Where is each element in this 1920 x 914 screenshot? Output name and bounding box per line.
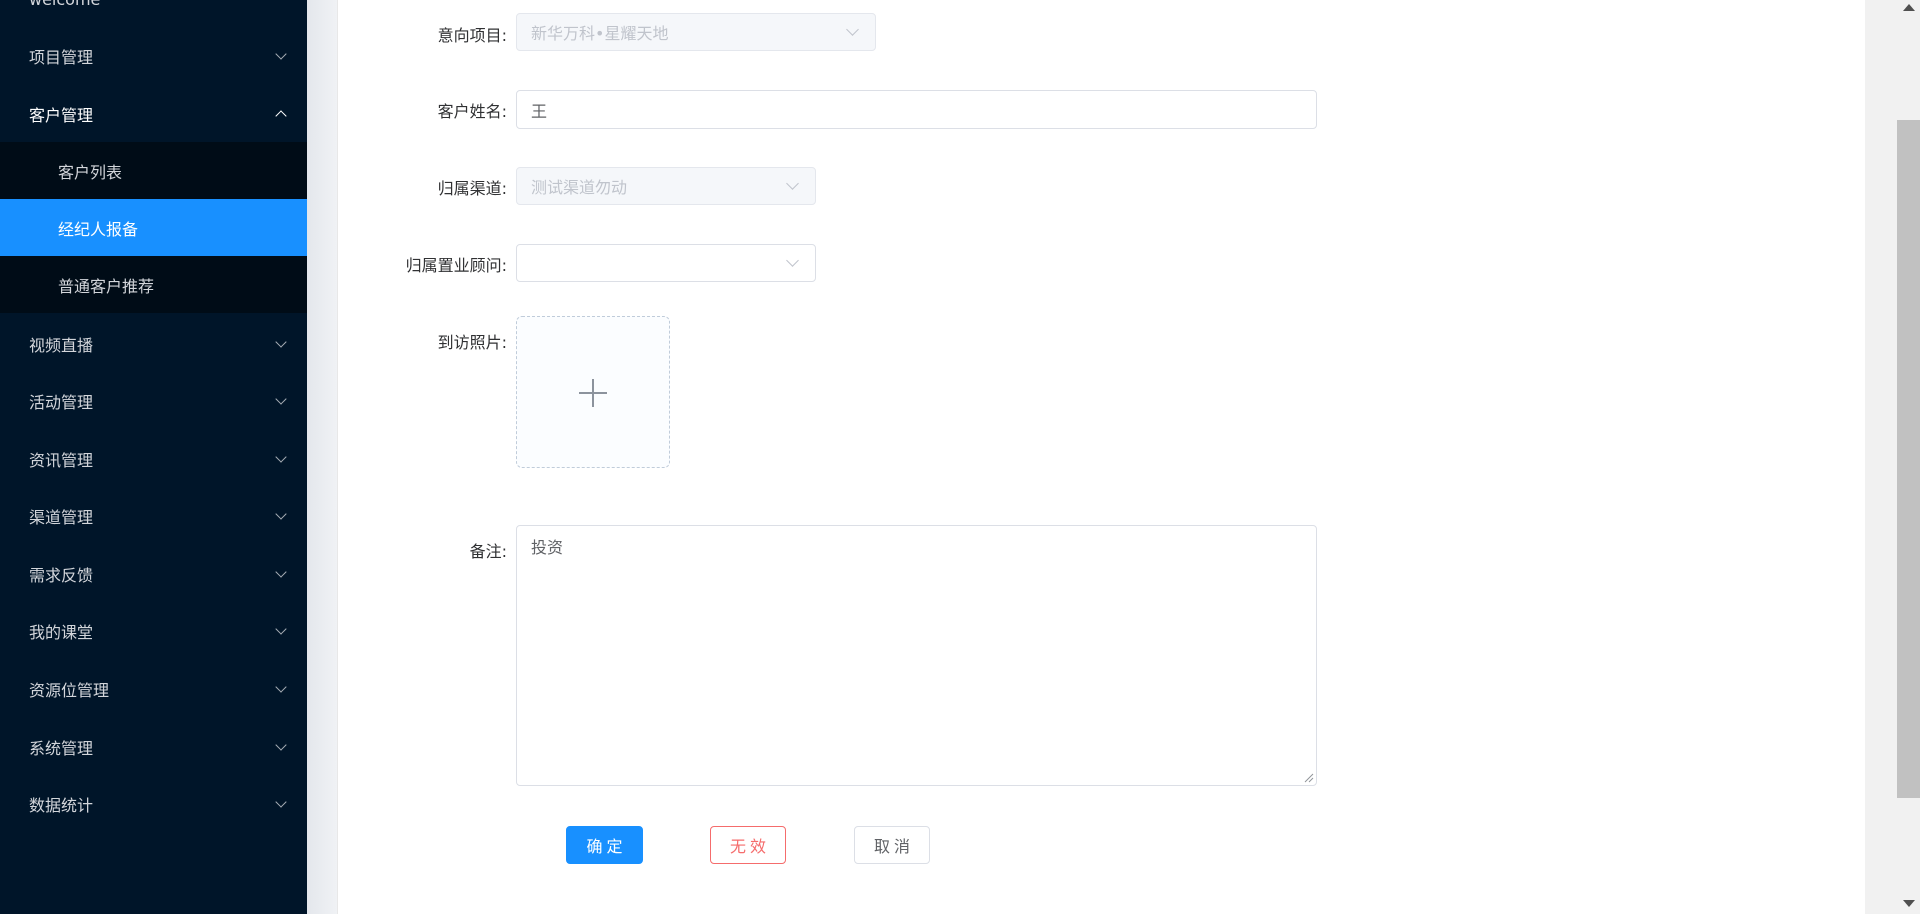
- scroll-down-arrow-icon[interactable]: [1903, 900, 1915, 907]
- consultant-label: 归属置业顾问:: [405, 256, 507, 275]
- consultant-select[interactable]: [516, 244, 816, 282]
- chevron-down-icon: [275, 47, 287, 60]
- chevron-down-icon: [275, 680, 287, 693]
- resize-grip-icon[interactable]: [1302, 771, 1314, 783]
- menu-item-activity-management[interactable]: 活动管理: [0, 372, 307, 429]
- chevron-down-icon: [275, 335, 287, 348]
- remark-value: 投资: [531, 538, 564, 557]
- chevron-down-icon: [275, 450, 287, 463]
- submenu-item-label: 客户列表: [58, 162, 123, 182]
- project-select-value: 新华万科•星耀天地: [531, 24, 669, 43]
- visit-photo-label: 到访照片:: [437, 333, 507, 352]
- menu-item-welcome-partial[interactable]: welcome: [29, 0, 100, 8]
- menu-item-label: 客户管理: [29, 105, 94, 125]
- scroll-up-arrow-icon[interactable]: [1903, 4, 1915, 11]
- chevron-down-icon: [275, 738, 287, 751]
- menu-item-live-video[interactable]: 视频直播: [0, 315, 307, 372]
- submenu-item-customer-referral[interactable]: 普通客户推荐: [0, 256, 307, 313]
- submenu-item-label: 普通客户推荐: [58, 276, 155, 296]
- project-select[interactable]: 新华万科•星耀天地: [516, 13, 876, 51]
- channel-label: 归属渠道:: [437, 179, 507, 198]
- menu-item-my-classroom[interactable]: 我的课堂: [0, 602, 307, 659]
- submenu-item-agent-report[interactable]: 经纪人报备: [0, 199, 307, 256]
- channel-select-value: 测试渠道勿动: [531, 178, 628, 197]
- menu-item-label: 资讯管理: [29, 450, 94, 470]
- menu-item-system-management[interactable]: 系统管理: [0, 718, 307, 775]
- scrollbar-thumb[interactable]: [1897, 120, 1920, 798]
- menu-item-resource-management[interactable]: 资源位管理: [0, 660, 307, 717]
- menu-item-label: 我的课堂: [29, 622, 94, 642]
- chevron-down-icon: [275, 622, 287, 635]
- customer-name-label: 客户姓名:: [437, 102, 507, 121]
- remark-label: 备注:: [469, 542, 507, 561]
- menu-item-data-statistics[interactable]: 数据统计: [0, 775, 307, 832]
- menu-item-news-management[interactable]: 资讯管理: [0, 430, 307, 487]
- photo-upload[interactable]: [516, 316, 670, 468]
- channel-select[interactable]: 测试渠道勿动: [516, 167, 816, 205]
- remark-textarea[interactable]: 投资: [516, 525, 1317, 786]
- menu-item-label: 资源位管理: [29, 680, 110, 700]
- menu-item-label: 项目管理: [29, 47, 94, 67]
- submenu-item-label: 经纪人报备: [58, 219, 139, 239]
- menu-item-channel-management[interactable]: 渠道管理: [0, 487, 307, 544]
- chevron-down-icon: [786, 254, 799, 267]
- chevron-up-icon: [275, 109, 287, 122]
- customer-submenu: 客户列表 经纪人报备 普通客户推荐: [0, 142, 307, 313]
- customer-name-input[interactable]: 王: [516, 90, 1317, 129]
- menu-item-label: 视频直播: [29, 335, 94, 355]
- plus-icon-vertical: [592, 379, 594, 407]
- menu-item-project-management[interactable]: 项目管理: [0, 27, 307, 84]
- chevron-down-icon: [275, 392, 287, 405]
- menu-item-customer-management[interactable]: 客户管理: [0, 85, 307, 142]
- menu-item-label: 需求反馈: [29, 565, 94, 585]
- chevron-down-icon: [786, 177, 799, 190]
- menu-item-feedback[interactable]: 需求反馈: [0, 545, 307, 602]
- chevron-down-icon: [275, 507, 287, 520]
- chevron-down-icon: [846, 23, 859, 36]
- confirm-button[interactable]: 确定: [566, 826, 643, 864]
- customer-name-value: 王: [531, 101, 548, 121]
- menu-item-label: 数据统计: [29, 795, 94, 815]
- menu-item-label: 系统管理: [29, 738, 94, 758]
- chevron-down-icon: [275, 795, 287, 808]
- menu-item-label: 渠道管理: [29, 507, 94, 527]
- chevron-down-icon: [275, 565, 287, 578]
- menu-item-label: 活动管理: [29, 392, 94, 412]
- project-label: 意向项目:: [437, 26, 507, 45]
- sidebar: welcome 项目管理 客户管理 客户列表 经纪人报备 普通客户推荐 视频直播…: [0, 0, 307, 914]
- content-gutter: [307, 0, 337, 914]
- cancel-button[interactable]: 取消: [854, 826, 930, 864]
- invalid-button[interactable]: 无效: [710, 826, 786, 864]
- submenu-item-customer-list[interactable]: 客户列表: [0, 142, 307, 199]
